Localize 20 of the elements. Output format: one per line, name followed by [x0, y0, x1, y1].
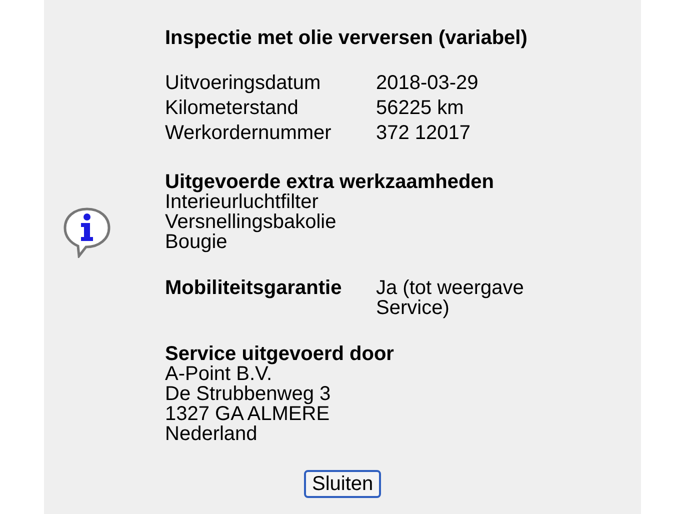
list-item: Interieurluchtfilter — [165, 192, 320, 212]
address-line: A-Point B.V. — [165, 364, 272, 384]
field-value: 372 12017 — [376, 121, 472, 146]
field-label: Uitvoeringsdatum — [165, 71, 322, 96]
section-heading: Uitgevoerde extra werkzaamheden — [165, 172, 496, 192]
list-item: Bougie — [165, 232, 228, 252]
address-line: 1327 GA ALMERE — [165, 404, 331, 424]
close-button[interactable]: Sluiten — [304, 470, 382, 498]
list-item: Versnellingsbakolie — [165, 212, 338, 232]
address-line: Nederland — [165, 424, 258, 444]
address-line: De Strubbenweg 3 — [165, 384, 332, 404]
field-value: 2018-03-29 — [376, 71, 480, 96]
field-label: Mobiliteitsgarantie — [165, 278, 343, 301]
field-label: Werkordernummer — [165, 121, 332, 146]
info-icon — [62, 206, 112, 258]
field-value: Ja (tot weergave Service) — [376, 278, 525, 318]
field-label: Kilometerstand — [165, 96, 300, 121]
dialog-title: Inspectie met olie verversen (variabel) — [165, 26, 528, 51]
section-heading: Service uitgevoerd door — [165, 344, 395, 364]
field-value: 56225 km — [376, 96, 465, 121]
